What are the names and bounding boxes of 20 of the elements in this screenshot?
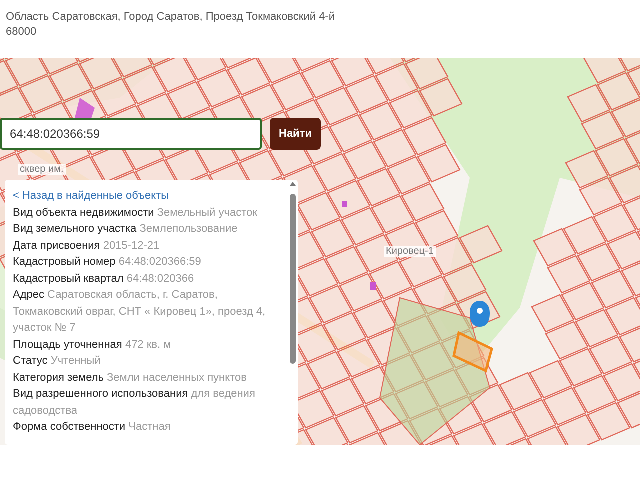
postal-code: 68000 <box>6 25 38 40</box>
property-text: Форма собственности Частная <box>13 420 172 435</box>
district-label: Кировец-1 <box>384 246 436 257</box>
search-button[interactable]: Найти <box>270 118 321 150</box>
property-text: Статус Учтенный <box>13 354 102 369</box>
back-link[interactable]: < Назад в найденные объекты <box>13 188 169 204</box>
place-label: сквер им. <box>18 164 66 175</box>
property-text: Кадастровый номер 64:48:020366:59 <box>13 255 202 270</box>
property-text: Категория земель Земли населенных пунктов <box>13 370 248 386</box>
map-marker-icon[interactable] <box>470 301 490 327</box>
cadastral-search-field[interactable]: 64:48:020366:59 <box>0 118 262 150</box>
property-text: Вид разрешенного использования для ведения садоводства <box>13 387 256 418</box>
property-text: Дата присвоения 2015-12-21 <box>13 238 161 254</box>
property-text: Адрес Саратовская область, г. Саратов, Токмаковский овраг, СНТ « Кировец 1», проезд 4, участок № 7 <box>13 288 267 336</box>
selected-parcel <box>452 331 494 373</box>
property-text: Кадастровый квартал 64:48:020366 <box>13 272 196 286</box>
address-text: Область Саратовская, Город Саратов, Проезд Токмаковский 4-й <box>6 10 336 25</box>
property-text: Площадь уточненная 472 кв. м <box>13 338 172 352</box>
property-text: Вид земельного участка Землепользование <box>13 222 239 237</box>
property-text: Вид объекта недвижимости Земельный участок <box>13 206 258 220</box>
